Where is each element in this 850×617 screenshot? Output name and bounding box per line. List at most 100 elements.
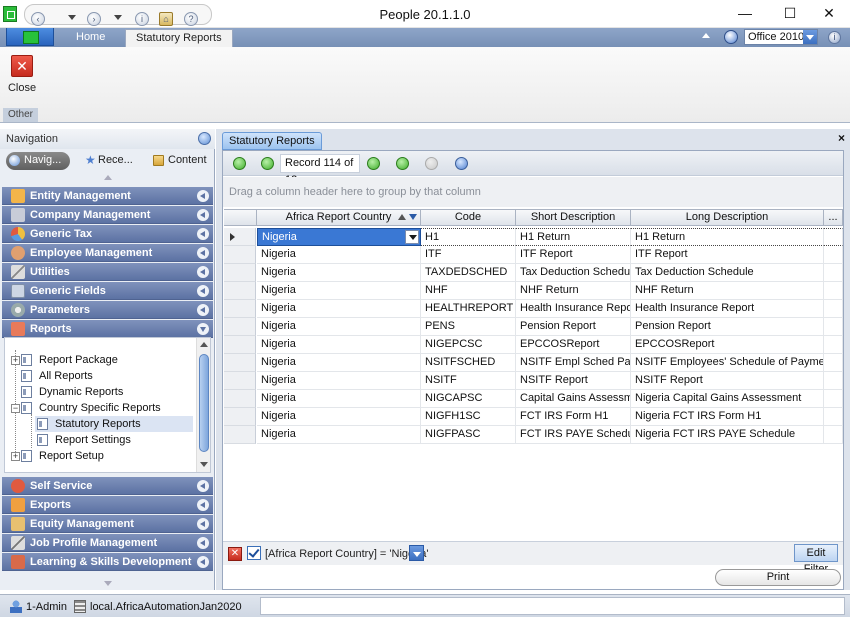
nav-group-parameters[interactable]: Parameters bbox=[2, 301, 213, 319]
filter-history-dropdown[interactable] bbox=[409, 545, 424, 561]
cell-code[interactable]: NIGEPCSC bbox=[421, 336, 516, 354]
table-row[interactable]: Nigeria NSITFSCHED NSITF Empl Sched Pay...… bbox=[223, 354, 843, 372]
cell-code[interactable]: TAXDEDSCHED bbox=[421, 264, 516, 282]
table-row[interactable]: Nigeria NIGFPASC FCT IRS PAYE Schedule Nige… bbox=[223, 426, 843, 444]
filter-expression[interactable]: [Africa Report Country] = 'Nigeria' bbox=[265, 546, 428, 562]
table-row[interactable]: Nigeria HEALTHREPORT Health Insurance Repo… bbox=[223, 300, 843, 318]
print-button[interactable]: Print bbox=[715, 569, 841, 586]
chevron-down-icon[interactable] bbox=[803, 30, 817, 44]
cell-africa-report-country[interactable]: Nigeria bbox=[257, 246, 421, 264]
nav-group-generic-tax[interactable]: Generic Tax bbox=[2, 225, 213, 243]
cell-code[interactable]: ITF bbox=[421, 246, 516, 264]
chevron-left-icon[interactable] bbox=[197, 518, 209, 530]
row-indicator[interactable] bbox=[224, 264, 256, 282]
pin-icon[interactable] bbox=[198, 132, 211, 145]
table-row[interactable]: Nigeria ITF ITF Report ITF Report bbox=[223, 246, 843, 264]
cell-short-description[interactable]: FCT IRS PAYE Schedule bbox=[516, 426, 631, 444]
cell-short-description[interactable]: NSITF Report bbox=[516, 372, 631, 390]
nav-group-entity-management[interactable]: Entity Management bbox=[2, 187, 213, 205]
cell-africa-report-country[interactable]: Nigeria bbox=[257, 426, 421, 444]
tree-item-country-specific-reports[interactable]: Country Specific Reports bbox=[19, 400, 161, 416]
table-row[interactable]: Nigeria PENS Pension Report Pension Report bbox=[223, 318, 843, 336]
column-header-short-description[interactable]: Short Description bbox=[516, 209, 631, 226]
cell-long-description[interactable]: ITF Report bbox=[631, 246, 824, 264]
cell-africa-report-country[interactable]: Nigeria bbox=[257, 228, 421, 246]
tree-scrollbar[interactable] bbox=[196, 338, 210, 472]
nav-tab-recent[interactable]: ★ Rece... bbox=[82, 152, 133, 170]
cell-long-description[interactable]: NSITF Report bbox=[631, 372, 824, 390]
chevron-left-icon[interactable] bbox=[197, 209, 209, 221]
chevron-left-icon[interactable] bbox=[197, 285, 209, 297]
row-indicator[interactable] bbox=[224, 318, 256, 336]
cell-short-description[interactable]: NSITF Empl Sched Pay... bbox=[516, 354, 631, 372]
row-indicator[interactable] bbox=[224, 246, 256, 264]
nav-tab-navigation[interactable]: Navig... bbox=[6, 152, 70, 170]
about-icon[interactable]: i bbox=[828, 31, 841, 44]
cell-code[interactable]: NHF bbox=[421, 282, 516, 300]
nav-group-self-service[interactable]: Self Service bbox=[2, 477, 213, 495]
first-record-icon[interactable] bbox=[233, 157, 246, 170]
nav-group-generic-fields[interactable]: Generic Fields bbox=[2, 282, 213, 300]
chevron-left-icon[interactable] bbox=[197, 537, 209, 549]
cell-long-description[interactable]: NSITF Employees' Schedule of Payments bbox=[631, 354, 824, 372]
filter-icon[interactable] bbox=[409, 214, 417, 220]
edit-filter-button[interactable]: Edit Filter bbox=[794, 544, 838, 575]
cell-short-description[interactable]: Health Insurance Report bbox=[516, 300, 631, 318]
row-indicator[interactable] bbox=[224, 300, 256, 318]
clear-filter-icon[interactable]: ✕ bbox=[228, 547, 242, 561]
cell-code[interactable]: NIGCAPSC bbox=[421, 390, 516, 408]
cell-code[interactable]: PENS bbox=[421, 318, 516, 336]
cell-africa-report-country[interactable]: Nigeria bbox=[257, 282, 421, 300]
cell-code[interactable]: HEALTHREPORT bbox=[421, 300, 516, 318]
tree-scroll-thumb[interactable] bbox=[199, 354, 209, 452]
tab-statutory-reports[interactable]: Statutory Reports bbox=[125, 29, 233, 47]
row-indicator[interactable] bbox=[224, 372, 256, 390]
last-record-icon[interactable] bbox=[396, 157, 409, 170]
document-tab-statutory-reports[interactable]: Statutory Reports bbox=[222, 132, 322, 150]
nav-group-company-management[interactable]: Company Management bbox=[2, 206, 213, 224]
column-header-code[interactable]: Code bbox=[421, 209, 516, 226]
cell-short-description[interactable]: Capital Gains Assessment bbox=[516, 390, 631, 408]
cell-short-description[interactable]: Tax Deduction Schedule bbox=[516, 264, 631, 282]
cell-africa-report-country[interactable]: Nigeria bbox=[257, 318, 421, 336]
row-indicator[interactable] bbox=[224, 228, 256, 246]
row-indicator[interactable] bbox=[224, 336, 256, 354]
nav-group-equity-management[interactable]: Equity Management bbox=[2, 515, 213, 533]
column-header-long-description[interactable]: Long Description bbox=[631, 209, 824, 226]
chevron-left-icon[interactable] bbox=[197, 266, 209, 278]
maximize-button[interactable]: ☐ bbox=[775, 3, 805, 23]
nav-group-utilities[interactable]: Utilities bbox=[2, 263, 213, 281]
document-close-button[interactable]: × bbox=[838, 131, 845, 145]
row-indicator[interactable] bbox=[224, 408, 256, 426]
scroll-up-icon[interactable] bbox=[200, 342, 208, 347]
cell-long-description[interactable]: Nigeria FCT IRS Form H1 bbox=[631, 408, 824, 426]
tree-item-dynamic-reports[interactable]: Dynamic Reports bbox=[19, 384, 123, 400]
cell-code[interactable]: NSITF bbox=[421, 372, 516, 390]
cell-africa-report-country[interactable]: Nigeria bbox=[257, 300, 421, 318]
nav-group-learning-skills-development[interactable]: Learning & Skills Development bbox=[2, 553, 213, 571]
tree-item-report-package[interactable]: Report Package bbox=[19, 352, 118, 368]
column-chooser-button[interactable]: ... bbox=[824, 209, 843, 226]
cell-africa-report-country[interactable]: Nigeria bbox=[257, 354, 421, 372]
nav-scroll-down-icon[interactable] bbox=[104, 581, 112, 586]
row-indicator[interactable] bbox=[224, 390, 256, 408]
nav-group-exports[interactable]: Exports bbox=[2, 496, 213, 514]
tab-home[interactable]: Home bbox=[66, 29, 115, 47]
close-button[interactable]: ✕ Close bbox=[5, 52, 39, 102]
cell-africa-report-country[interactable]: Nigeria bbox=[257, 390, 421, 408]
cell-dropdown-button[interactable] bbox=[405, 230, 419, 244]
cell-long-description[interactable]: Pension Report bbox=[631, 318, 824, 336]
chevron-left-icon[interactable] bbox=[197, 228, 209, 240]
tree-item-report-settings[interactable]: Report Settings bbox=[35, 432, 131, 448]
chevron-left-icon[interactable] bbox=[197, 190, 209, 202]
theme-select[interactable]: Office 2010 bbox=[744, 29, 818, 45]
cell-short-description[interactable]: NHF Return bbox=[516, 282, 631, 300]
row-indicator[interactable] bbox=[224, 282, 256, 300]
collapse-ribbon-icon[interactable] bbox=[702, 33, 710, 38]
cell-long-description[interactable]: Tax Deduction Schedule bbox=[631, 264, 824, 282]
cell-short-description[interactable]: EPCCOSReport bbox=[516, 336, 631, 354]
nav-scroll-up-icon[interactable] bbox=[104, 175, 112, 180]
group-by-panel[interactable]: Drag a column header here to group by th… bbox=[223, 177, 843, 207]
cell-code[interactable]: NSITFSCHED bbox=[421, 354, 516, 372]
table-row[interactable]: Nigeria NSITF NSITF Report NSITF Report bbox=[223, 372, 843, 390]
